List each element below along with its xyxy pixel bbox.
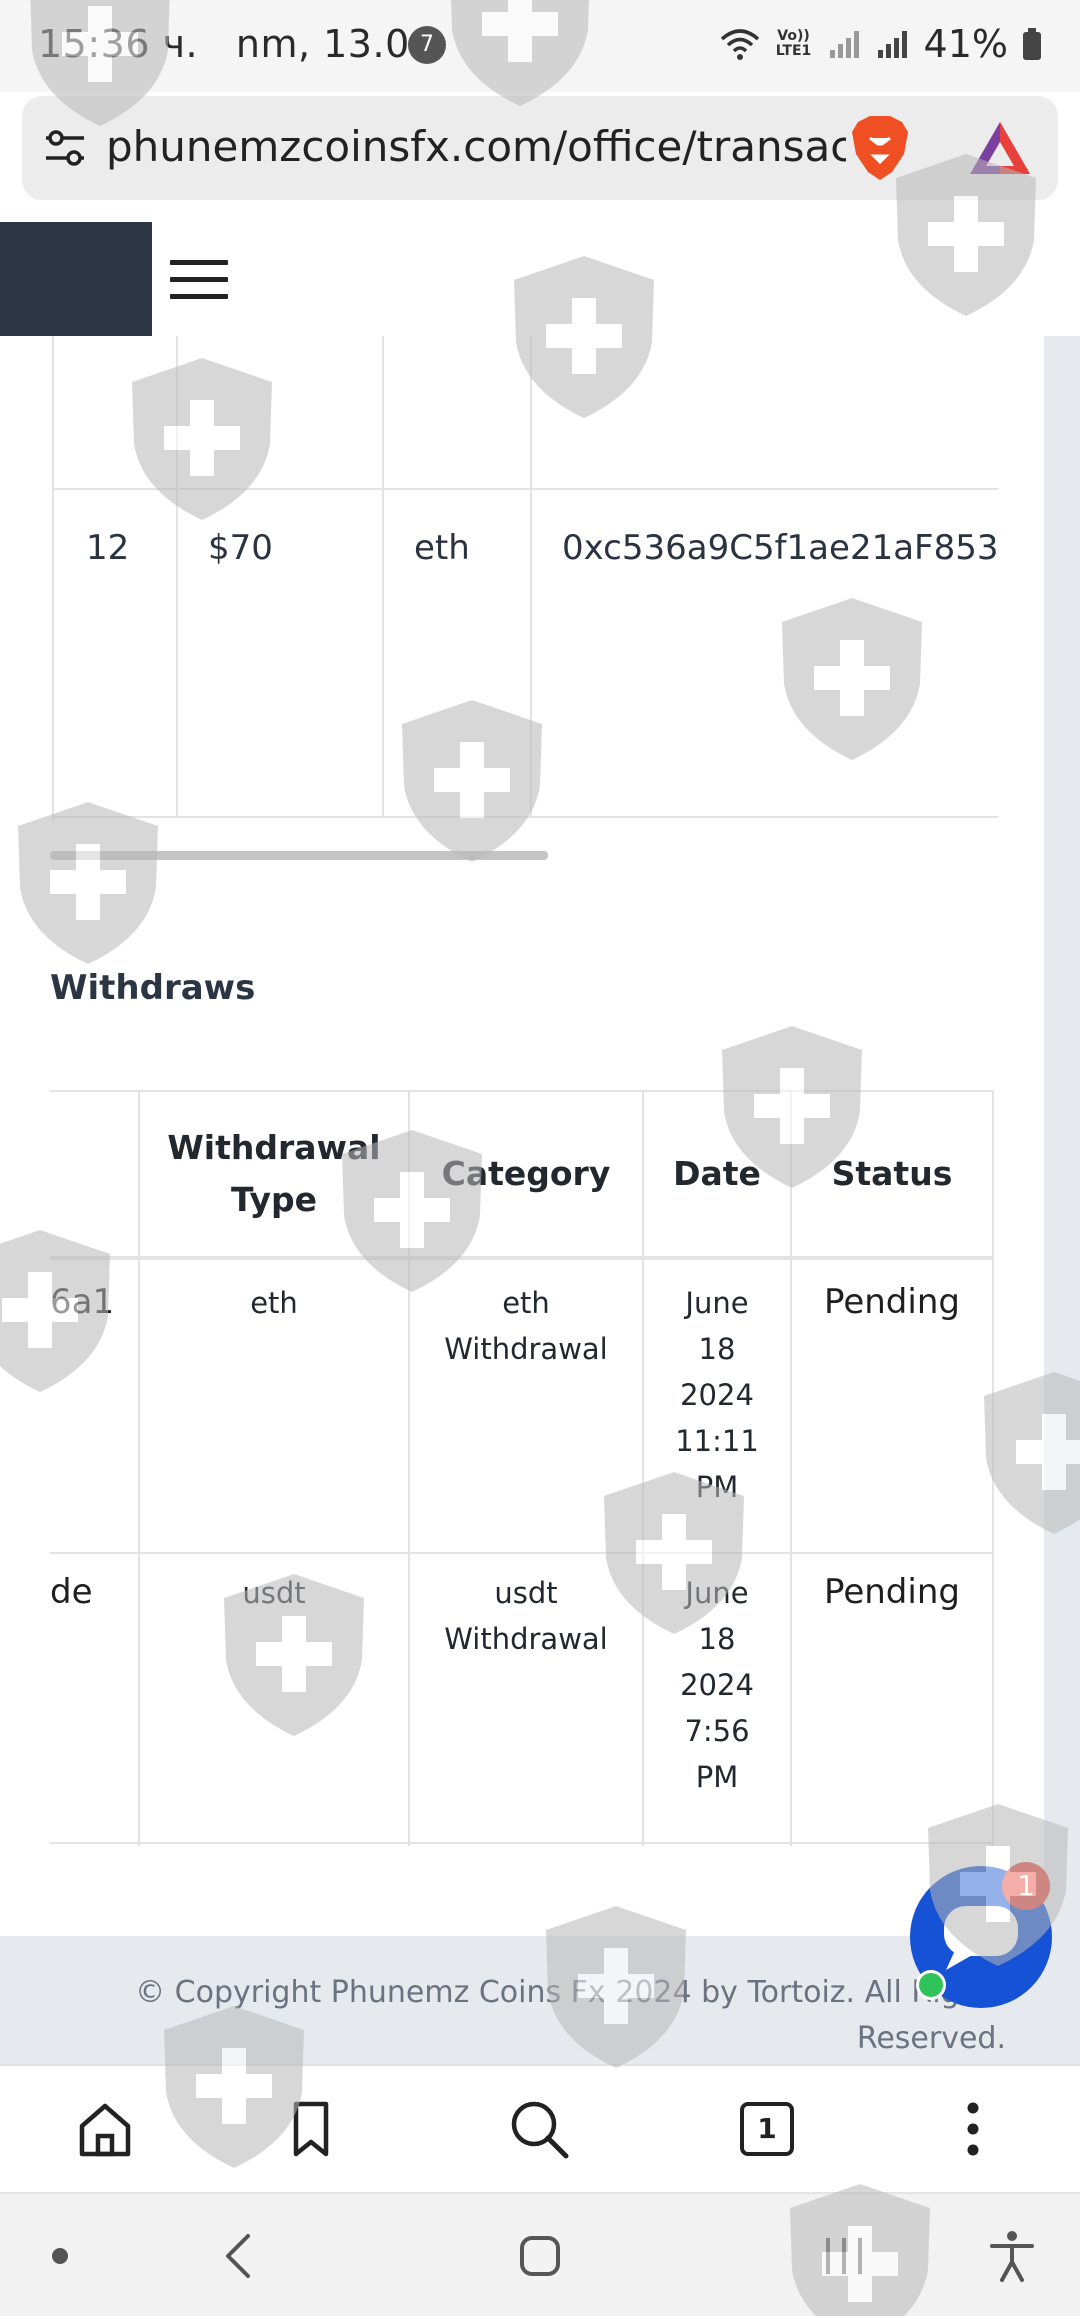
page-scrollbar-track[interactable] — [1044, 336, 1080, 2064]
row-type: eth — [250, 1286, 298, 1320]
browser-toolbar: 1 — [0, 2064, 1080, 2192]
dot-icon — [52, 2248, 68, 2264]
withdraws-title: Withdraws — [50, 968, 256, 1008]
volte-label: Vo)) LTE1 — [775, 28, 812, 59]
chat-unread-badge: 1 — [1002, 1862, 1050, 1910]
status-date: nm, 13.09 — [235, 22, 435, 66]
deposit-amount: $70 — [208, 528, 273, 568]
brave-lion-icon[interactable] — [848, 114, 912, 182]
prism-triangle-icon[interactable] — [966, 118, 1034, 178]
row-status: Pending — [824, 1282, 960, 1322]
hamburger-icon[interactable] — [170, 260, 228, 300]
header-withdrawal-type: Withdrawal Type — [167, 1128, 381, 1219]
signal-icon-1 — [829, 31, 859, 58]
status-right-group: Vo)) LTE1 41% — [720, 22, 1042, 66]
row-type: usdt — [242, 1576, 306, 1610]
withdraws-table: Withdrawal Type Category Date Status 6a1… — [50, 1090, 994, 1846]
status-time-date: 15:36 ч. nm, 13.09 — [38, 22, 434, 66]
accessibility-icon[interactable] — [980, 2224, 1044, 2288]
row-category: eth Withdrawal — [444, 1286, 608, 1366]
row-status: Pending — [824, 1572, 960, 1612]
row-partial-cell: de — [50, 1572, 93, 1612]
header-status: Status — [831, 1154, 953, 1193]
row-date: June 18 2024 7:56 PM — [680, 1576, 754, 1794]
signal-icon-2 — [877, 31, 907, 58]
tab-switcher-button[interactable]: 1 — [740, 2102, 794, 2156]
url-text[interactable]: phunemzcoinsfx.com/office/transactio — [106, 122, 846, 171]
battery-icon — [1023, 28, 1041, 60]
table-row — [54, 336, 998, 490]
chat-online-indicator — [916, 1970, 946, 2000]
copyright-text: © Copyright Phunemz Coins Fx 2024 by Tor… — [135, 1975, 1006, 2056]
wifi-icon — [720, 29, 759, 60]
row-category: usdt Withdrawal — [444, 1576, 608, 1656]
status-time: 15:36 ч. — [38, 22, 199, 66]
bookmark-icon[interactable] — [278, 2096, 344, 2162]
page-content: 12 $70 eth 0xc536a9C5f1ae21aF8534 Withdr… — [0, 336, 1080, 2064]
recents-icon[interactable] — [812, 2224, 876, 2288]
search-icon[interactable] — [506, 2096, 572, 2162]
deposit-type: eth — [414, 528, 470, 568]
notification-count-badge: 7 — [408, 26, 446, 64]
system-navigation-bar — [0, 2192, 1080, 2316]
row-partial-cell: 6a1 — [50, 1282, 115, 1322]
status-bar: 15:36 ч. nm, 13.09 7 Vo)) LTE1 41% — [0, 0, 1080, 92]
home-icon[interactable] — [72, 2096, 138, 2162]
home-nav-icon[interactable] — [508, 2224, 572, 2288]
tune-icon[interactable] — [42, 126, 88, 172]
battery-percent: 41% — [923, 22, 1008, 66]
address-bar[interactable]: phunemzcoinsfx.com/office/transactio — [22, 96, 1058, 200]
site-header — [0, 222, 1080, 336]
back-icon[interactable] — [208, 2224, 272, 2288]
table-horizontal-scrollbar[interactable] — [50, 851, 548, 860]
row-date: June 18 2024 11:11 PM — [675, 1286, 759, 1504]
header-category: Category — [441, 1154, 611, 1193]
more-vertical-icon[interactable] — [940, 2096, 1006, 2162]
header-date: Date — [673, 1154, 761, 1193]
deposit-address: 0xc536a9C5f1ae21aF8534 — [562, 528, 998, 568]
deposits-table: 12 $70 eth 0xc536a9C5f1ae21aF8534 — [52, 336, 998, 820]
site-logo[interactable] — [0, 222, 152, 336]
deposit-id: 12 — [86, 528, 130, 568]
